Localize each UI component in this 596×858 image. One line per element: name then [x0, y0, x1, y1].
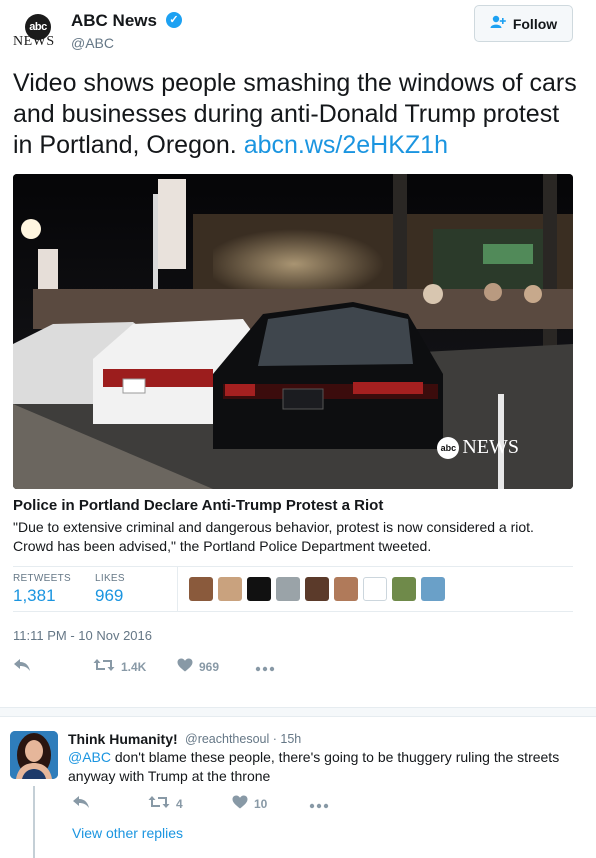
liker-avatar[interactable]	[334, 577, 358, 601]
reply-button[interactable]	[13, 657, 31, 677]
reply-handle-time[interactable]: @reachthesoul · 15h	[185, 732, 301, 746]
add-user-icon	[490, 15, 507, 33]
liker-avatar[interactable]	[218, 577, 242, 601]
likes-stat[interactable]: LIKES 969	[95, 573, 125, 606]
reply-like-button[interactable]: 10	[232, 794, 267, 814]
author-handle[interactable]: @ABC	[71, 35, 114, 51]
heart-icon	[232, 794, 248, 814]
liker-avatar[interactable]	[363, 577, 387, 601]
reply-mention[interactable]: @ABC	[68, 749, 111, 765]
watermark-logo: abc	[437, 436, 460, 459]
thread-line	[33, 786, 35, 858]
liker-avatar[interactable]	[305, 577, 329, 601]
stats-divider	[177, 567, 178, 611]
more-button[interactable]	[255, 657, 275, 677]
reply-author-name[interactable]: Think Humanity!	[68, 731, 178, 747]
liker-avatar[interactable]	[392, 577, 416, 601]
likes-label: LIKES	[95, 573, 125, 584]
abc-news-avatar[interactable]: abc NEWS	[13, 7, 61, 49]
retweet-icon	[93, 657, 115, 677]
reply-retweet-button[interactable]: 4	[148, 794, 183, 814]
verified-badge-icon: ✓	[166, 12, 182, 28]
like-button[interactable]: 969	[177, 657, 219, 677]
follow-label: Follow	[512, 15, 558, 32]
likes-value: 969	[95, 586, 124, 605]
reply-icon	[13, 657, 31, 677]
retweets-label: RETWEETS	[13, 573, 71, 584]
more-icon	[309, 794, 329, 814]
tweet-text: Video shows people smashing the windows …	[13, 68, 583, 161]
like-count: 969	[199, 660, 220, 674]
reply-like-count: 10	[254, 797, 268, 811]
retweet-icon	[148, 794, 170, 814]
abc-news-watermark: abc NEWS	[437, 436, 519, 459]
retweet-button[interactable]: 1.4K	[93, 657, 146, 677]
reply-retweet-count: 4	[176, 797, 183, 811]
reply-actions: 4 10	[68, 794, 368, 816]
heart-icon	[177, 657, 193, 677]
liker-avatar[interactable]	[276, 577, 300, 601]
liker-avatars	[189, 577, 445, 601]
reply-body: don't blame these people, there's going …	[68, 749, 560, 784]
tweet-timestamp[interactable]: 11:11 PM - 10 Nov 2016	[13, 628, 152, 643]
replies-separator	[0, 707, 596, 717]
tweet-actions: 1.4K 969	[13, 657, 313, 679]
card-title[interactable]: Police in Portland Declare Anti-Trump Pr…	[13, 497, 383, 514]
retweet-count: 1.4K	[121, 660, 147, 674]
reply-avatar[interactable]	[10, 731, 58, 779]
media-card-image[interactable]: abc NEWS	[13, 174, 573, 489]
tweet-stats: RETWEETS 1,381 LIKES 969	[13, 566, 573, 612]
reply-more-button[interactable]	[309, 794, 329, 814]
author-display-name[interactable]: ABC News	[71, 11, 157, 31]
reply-text: @ABC don't blame these people, there's g…	[68, 748, 583, 786]
liker-avatar[interactable]	[247, 577, 271, 601]
card-description: "Due to extensive criminal and dangerous…	[13, 519, 534, 554]
liker-avatar[interactable]	[189, 577, 213, 601]
follow-button[interactable]: Follow	[474, 5, 573, 42]
reply-reply-button[interactable]	[72, 794, 90, 814]
retweets-value: 1,381	[13, 586, 56, 605]
more-icon	[255, 657, 275, 677]
reply-icon	[72, 794, 90, 814]
retweets-stat[interactable]: RETWEETS 1,381	[13, 573, 71, 606]
tweet-link[interactable]: abcn.ws/2eHKZ1h	[244, 131, 448, 159]
tweet-header: abc NEWS ABC News ✓ @ABC Follow	[0, 0, 596, 60]
view-other-replies-link[interactable]: View other replies	[72, 825, 183, 841]
liker-avatar[interactable]	[421, 577, 445, 601]
abc-logo-word: NEWS	[13, 34, 55, 49]
watermark-text: NEWS	[462, 436, 519, 458]
